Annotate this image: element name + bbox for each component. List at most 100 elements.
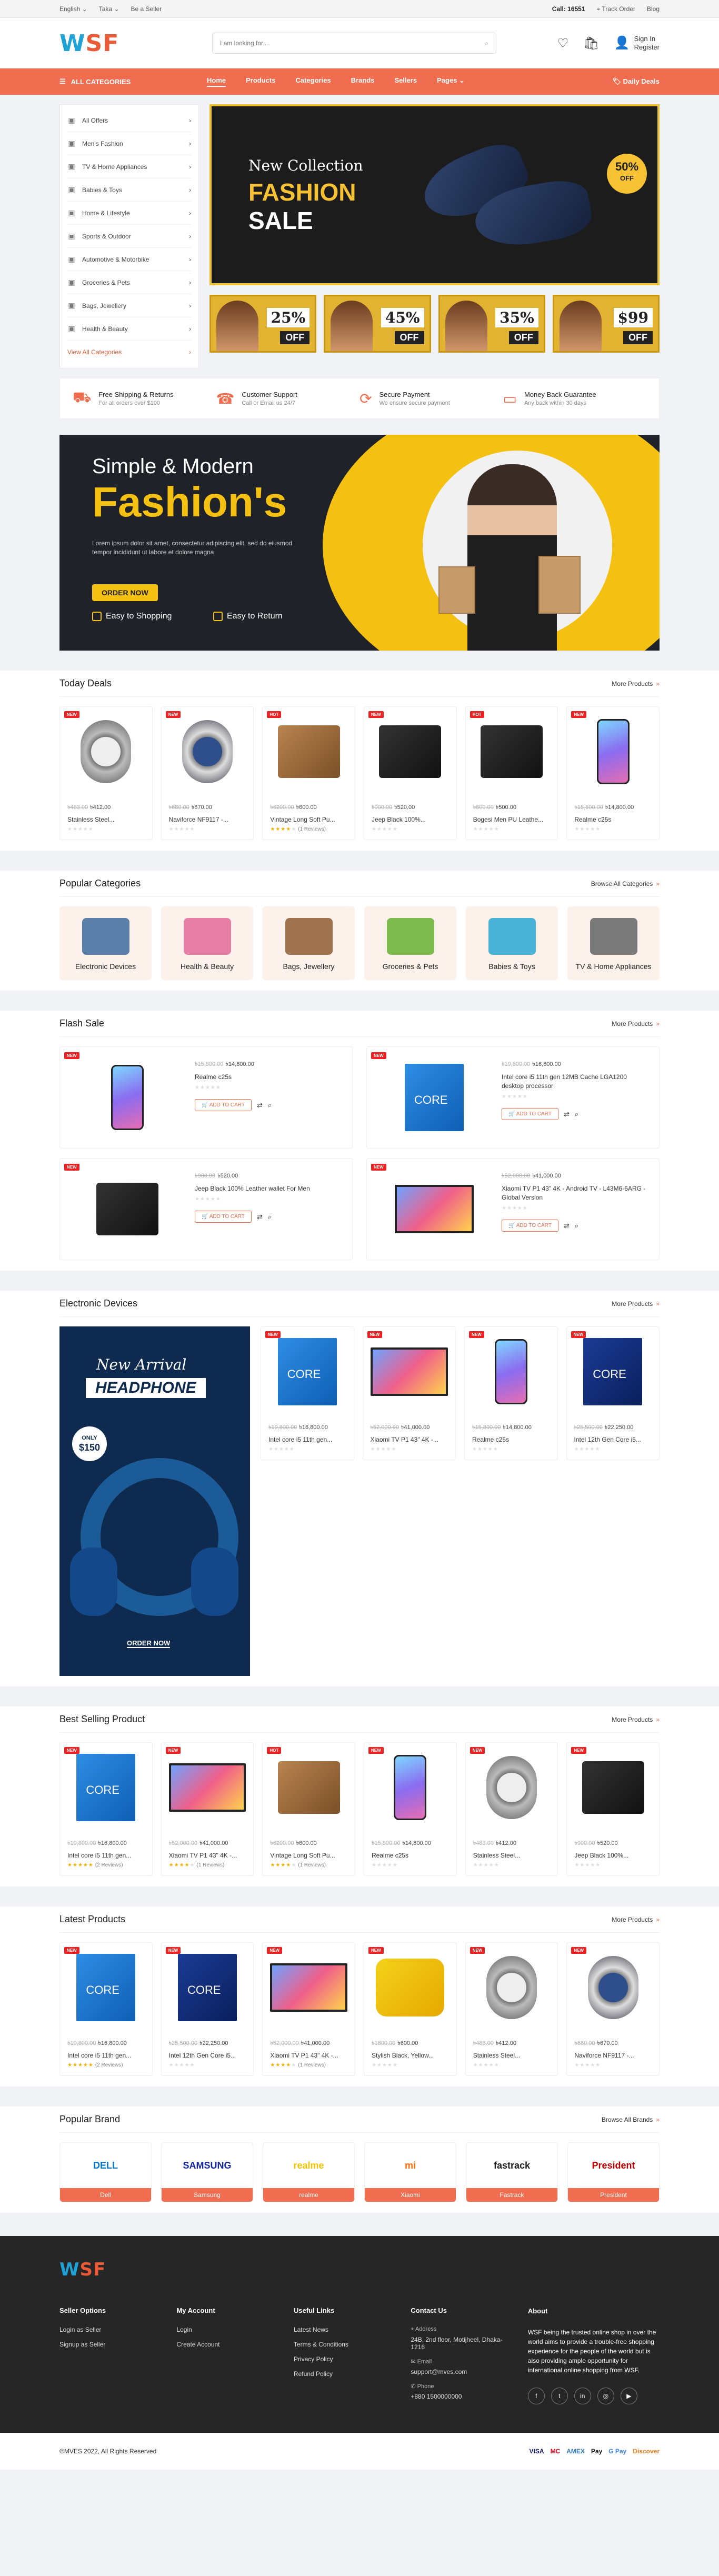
browse-brands-link[interactable]: Browse All Brands» [602, 2116, 660, 2123]
footer-link[interactable]: Login [176, 2326, 277, 2333]
sidebar-item[interactable]: ▣ Home & Lifestyle › [67, 202, 191, 225]
product-name[interactable]: Vintage Long Soft Pu... [270, 1852, 347, 1859]
product-card[interactable]: NEW ৳15,800.00 ৳14,800.00 Realme c25s ★★★★★ [566, 706, 660, 840]
nav-products[interactable]: Products [246, 76, 275, 87]
zoom-icon[interactable]: ⌕ [268, 1101, 272, 1110]
product-name[interactable]: Stainless Steel... [473, 1852, 551, 1859]
product-name[interactable]: Intel 12th Gen Core i5... [169, 2052, 246, 2059]
product-card[interactable]: NEW ৳680.00 ৳670.00 Naviforce NF9117 -... ★★… [566, 1942, 660, 2076]
product-card[interactable]: NEW ৳900.00 ৳520.00 Jeep Black 100%... ★★★★★ [364, 706, 457, 840]
product-card[interactable]: NEW ৳483.00 ৳412.00 Stainless Steel... ★★★★★ [465, 1942, 558, 2076]
product-name[interactable]: Realme c25s [472, 1436, 550, 1443]
compare-icon[interactable]: ⇄ [257, 1213, 263, 1221]
product-card[interactable]: NEW CORE ৳19,800.00 ৳16,800.00 Intel core i5… [261, 1326, 354, 1460]
product-card[interactable]: NEW ৳1800.00 ৳600.00 Stylish Black, Yellow.… [364, 1942, 457, 2076]
account-menu[interactable]: 👤 Sign In Register [614, 35, 660, 52]
twitter-icon[interactable]: t [551, 2388, 568, 2404]
product-name[interactable]: Stainless Steel... [67, 816, 145, 823]
product-card[interactable]: NEW ৳483.00 ৳412.00 Stainless Steel... ★★★★★ [465, 1742, 558, 1876]
product-card[interactable]: NEW CORE ৳19,800.00 ৳16,800.00 Intel core i5… [59, 1742, 153, 1876]
sidebar-item[interactable]: ▣ Groceries & Pets › [67, 271, 191, 294]
browse-categories-link[interactable]: Browse All Categories» [591, 880, 660, 887]
facebook-icon[interactable]: f [527, 2388, 545, 2404]
promo-tile[interactable]: 25% OFF [209, 295, 317, 353]
sidebar-item[interactable]: ▣ TV & Home Appliances › [67, 155, 191, 178]
linkedin-icon[interactable]: in [574, 2388, 591, 2404]
register-link[interactable]: Register [634, 43, 660, 52]
order-now-link[interactable]: ORDER NOW [127, 1639, 171, 1648]
track-order-link[interactable]: ⌖ Track Order [597, 5, 635, 13]
product-card[interactable]: NEW ৳52,000.00 ৳41,000.00 Xiaomi TV P1 43" … [161, 1742, 254, 1876]
cart-icon[interactable]: 🛍 [583, 36, 599, 51]
brand-card[interactable]: SAMSUNG Samsung [161, 2142, 253, 2202]
brand-card[interactable]: fastrack Fastrack [466, 2142, 558, 2202]
all-categories-button[interactable]: ☰ ALL CATEGORIES [59, 77, 212, 86]
product-name[interactable]: Realme c25s [574, 816, 652, 823]
footer-link[interactable]: Privacy Policy [294, 2355, 395, 2363]
brand-card[interactable]: realme realme [263, 2142, 355, 2202]
product-card[interactable]: HOT ৳6200.00 ৳600.00 Vintage Long Soft Pu..… [262, 706, 356, 840]
headphone-promo[interactable]: New Arrival HEADPHONE ONLY $150 ORDER NOW [59, 1326, 250, 1676]
product-card[interactable]: HOT ৳600.00 ৳500.00 Bogesi Men PU Leathe...… [465, 706, 558, 840]
sidebar-item[interactable]: ▣ Bags, Jewellery › [67, 294, 191, 317]
product-name[interactable]: Intel core i5 11th gen... [67, 1852, 145, 1859]
category-card[interactable]: Health & Beauty [161, 906, 253, 980]
product-name[interactable]: Bogesi Men PU Leathe... [473, 816, 551, 823]
be-seller-link[interactable]: Be a Seller [131, 5, 162, 13]
zoom-icon[interactable]: ⌕ [268, 1213, 272, 1221]
category-card[interactable]: Groceries & Pets [364, 906, 456, 980]
currency-select[interactable]: Taka ⌄ [99, 5, 119, 13]
product-name[interactable]: Xiaomi TV P1 43" 4K -... [270, 2052, 347, 2059]
product-card[interactable]: NEW ৳483.00 ৳412.00 Stainless Steel... ★★★★★ [59, 706, 153, 840]
hero-banner[interactable]: New Collection FASHION SALE 50% OFF [209, 104, 660, 285]
wishlist-icon[interactable]: ♡ [557, 36, 569, 51]
footer-link[interactable]: Login as Seller [59, 2326, 161, 2333]
language-select[interactable]: English ⌄ [59, 5, 87, 13]
product-name[interactable]: Jeep Black 100%... [574, 1852, 652, 1859]
email-value[interactable]: support@mves.com [411, 2368, 512, 2375]
add-to-cart-button[interactable]: 🛒 ADD TO CART [195, 1099, 252, 1111]
compare-icon[interactable]: ⇄ [257, 1101, 263, 1110]
search-icon[interactable]: ⌕ [485, 39, 488, 47]
zoom-icon[interactable]: ⌕ [575, 1110, 578, 1119]
footer-link[interactable]: Create Account [176, 2341, 277, 2348]
brand-card[interactable]: President President [567, 2142, 660, 2202]
compare-icon[interactable]: ⇄ [564, 1222, 570, 1230]
more-products-link[interactable]: More Products» [612, 1300, 660, 1307]
blog-link[interactable]: Blog [647, 5, 660, 13]
product-name[interactable]: Jeep Black 100%... [372, 816, 449, 823]
category-card[interactable]: Bags, Jewellery [263, 906, 355, 980]
product-card[interactable]: NEW CORE ৳19,800.00 ৳16,800.00 Intel core i5… [59, 1942, 153, 2076]
order-now-button[interactable]: ORDER NOW [92, 584, 158, 601]
product-card[interactable]: HOT ৳6200.00 ৳600.00 Vintage Long Soft Pu..… [262, 1742, 356, 1876]
sidebar-item[interactable]: ▣ Health & Beauty › [67, 317, 191, 341]
nav-categories[interactable]: Categories [295, 76, 331, 87]
brand-card[interactable]: DELL Dell [59, 2142, 152, 2202]
sidebar-item[interactable]: ▣ Automotive & Motorbike › [67, 248, 191, 271]
product-name[interactable]: Intel core i5 11th gen... [268, 1436, 346, 1443]
flash-product[interactable]: NEW ৳52,000.00 ৳41,000.00 Xiaomi TV P1 43" … [366, 1158, 660, 1260]
category-card[interactable]: Babies & Toys [466, 906, 558, 980]
product-name[interactable]: Intel 12th Gen Core i5... [574, 1436, 652, 1443]
category-card[interactable]: Electronic Devices [59, 906, 152, 980]
sidebar-item[interactable]: View All Categories › [67, 341, 191, 364]
product-card[interactable]: NEW ৳15,800.00 ৳14,800.00 Realme c25s ★★★★★ [364, 1742, 457, 1876]
product-name[interactable]: Stylish Black, Yellow... [372, 2052, 449, 2059]
more-products-link[interactable]: More Products» [612, 1020, 660, 1027]
product-name[interactable]: Xiaomi TV P1 43" 4K -... [371, 1436, 448, 1443]
youtube-icon[interactable]: ▶ [620, 2388, 637, 2404]
product-name[interactable]: Jeep Black 100% Leather wallet For Men [195, 1184, 343, 1193]
product-card[interactable]: NEW CORE ৳25,500.00 ৳22,250.00 Intel 12th Ge… [566, 1326, 660, 1460]
daily-deals-link[interactable]: 🏷 Daily Deals [612, 77, 660, 86]
product-card[interactable]: NEW ৳52,000.00 ৳41,000.00 Xiaomi TV P1 43" … [262, 1942, 356, 2076]
promo-tile[interactable]: 45% OFF [324, 295, 431, 353]
product-card[interactable]: NEW CORE ৳25,500.00 ৳22,250.00 Intel 12th Ge… [161, 1942, 254, 2076]
search-input[interactable] [220, 39, 485, 47]
sidebar-item[interactable]: ▣ All Offers › [67, 109, 191, 132]
product-card[interactable]: NEW ৳52,000.00 ৳41,000.00 Xiaomi TV P1 43" … [362, 1326, 456, 1460]
nav-sellers[interactable]: Sellers [394, 76, 417, 87]
flash-product[interactable]: NEW ৳15,800.00 ৳14,800.00 Realme c25s ★★★★★ 🛒… [59, 1046, 353, 1149]
product-name[interactable]: Intel core i5 11th gen... [67, 2052, 145, 2059]
sidebar-item[interactable]: ▣ Sports & Outdoor › [67, 225, 191, 248]
sidebar-item[interactable]: ▣ Babies & Toys › [67, 178, 191, 202]
